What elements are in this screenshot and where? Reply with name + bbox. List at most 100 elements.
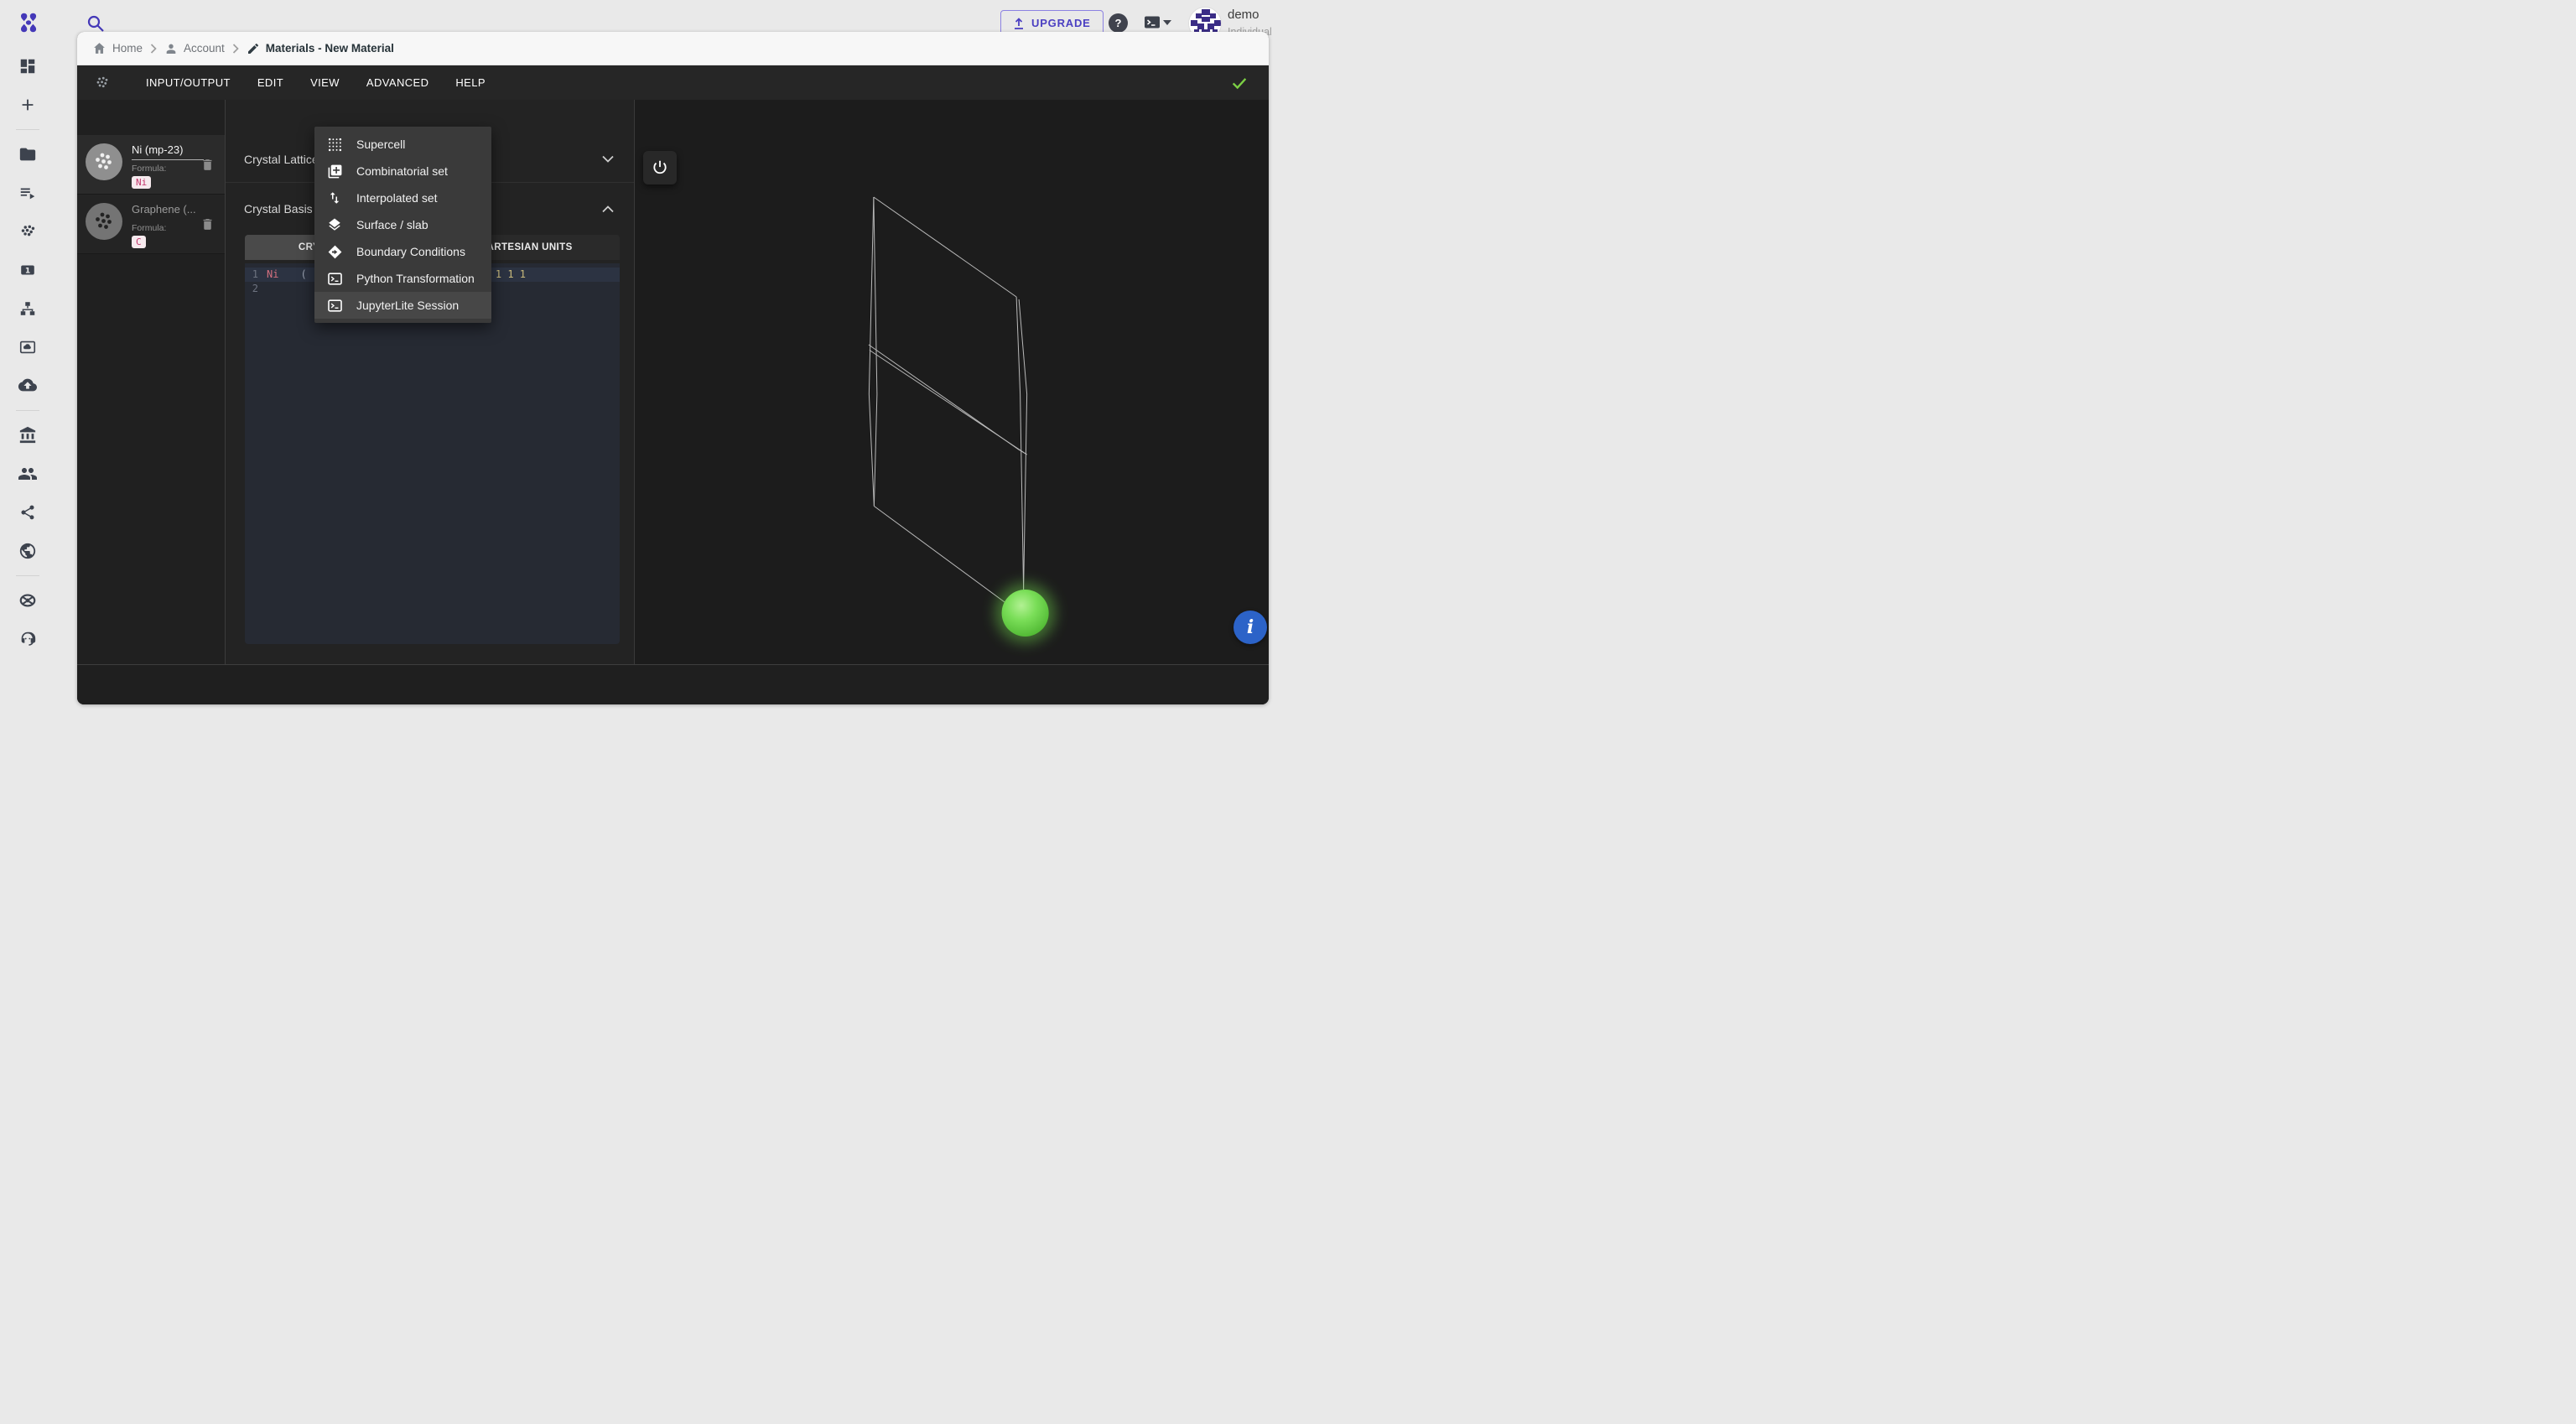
chevron-right-icon: [150, 43, 157, 54]
terminal-icon: [1145, 16, 1160, 29]
menu-advanced[interactable]: ADVANCED: [353, 65, 442, 100]
sidebar-divider: [16, 575, 39, 576]
constraints-token: 1 1 1: [495, 268, 526, 280]
main-card: Home Account Materials - New Material IN…: [77, 32, 1269, 704]
menu-item-jupyterlite-session[interactable]: JupyterLite Session: [314, 292, 491, 319]
delete-material-icon[interactable]: [200, 157, 215, 173]
material-item-ni[interactable]: Ni (mp-23) Formula: Ni: [77, 135, 225, 195]
breadcrumb: Home Account Materials - New Material: [77, 32, 1269, 65]
menu-item-label: Interpolated set: [356, 191, 438, 205]
line-number: 2: [252, 283, 258, 294]
section-title: Crystal Lattice: [244, 152, 319, 166]
formula-chip: Ni: [132, 176, 152, 189]
material-name-underline: [132, 159, 204, 160]
formula-label: Formula:: [132, 164, 167, 174]
chevron-right-icon: [232, 43, 239, 54]
menu-item-label: Python Transformation: [356, 272, 475, 285]
edit-pencil-icon: [247, 43, 258, 54]
save-check-icon[interactable]: [1230, 74, 1249, 92]
menu-item-surface-slab[interactable]: Surface / slab: [314, 211, 491, 238]
element-token: Ni: [267, 268, 279, 280]
chevron-down-icon[interactable]: [602, 155, 614, 163]
chevron-up-icon[interactable]: [602, 205, 614, 213]
chevron-down-icon: [1163, 19, 1171, 25]
unit-cell-wireframe: [868, 196, 1056, 643]
sidebar-icon-team[interactable]: [11, 457, 44, 491]
breadcrumb-current: Materials - New Material: [247, 42, 394, 55]
sidebar-divider: [16, 129, 39, 130]
material-name[interactable]: Graphene (...: [132, 203, 196, 216]
formula-label: Formula:: [132, 223, 167, 233]
app-screen: UPGRADE ? demo Individual: [0, 0, 1288, 712]
user-name: demo: [1228, 8, 1259, 22]
sidebar-icon-jobs[interactable]: [11, 176, 44, 210]
library-add-icon: [326, 163, 343, 179]
breadcrumb-home[interactable]: Home: [92, 41, 143, 55]
sidebar-icon-add[interactable]: [11, 88, 44, 122]
sidebar-icon-globe[interactable]: [11, 534, 44, 568]
supercell-grid-icon: [326, 136, 343, 153]
menu-view[interactable]: VIEW: [297, 65, 353, 100]
power-icon: [653, 160, 667, 174]
line-number: 1: [252, 268, 258, 280]
3d-viewer[interactable]: i: [635, 100, 1269, 664]
breadcrumb-account[interactable]: Account: [164, 42, 225, 55]
sidebar-icon-materials[interactable]: [11, 215, 44, 248]
home-icon: [94, 43, 105, 54]
terminal-icon: [326, 270, 343, 287]
delete-material-icon[interactable]: [200, 216, 215, 232]
formula-chip: C: [132, 236, 146, 248]
boundary-diamond-icon: [326, 243, 343, 260]
material-avatar-icon: [86, 203, 122, 240]
upgrade-label: UPGRADE: [1031, 17, 1091, 29]
menu-edit[interactable]: EDIT: [244, 65, 297, 100]
power-button[interactable]: [643, 151, 677, 184]
person-icon: [166, 44, 176, 54]
terminal-icon: [326, 297, 343, 314]
material-avatar-icon: [86, 143, 122, 180]
sidebar-icon-helm[interactable]: [11, 584, 44, 617]
section-title: Crystal Basis: [244, 202, 313, 216]
menu-input-output[interactable]: INPUT/OUTPUT: [132, 65, 244, 100]
material-name[interactable]: Ni (mp-23): [132, 143, 204, 156]
sidebar-icon-hierarchy[interactable]: [11, 292, 44, 325]
menu-item-label: Boundary Conditions: [356, 245, 465, 258]
menu-item-python-transformation[interactable]: Python Transformation: [314, 265, 491, 292]
search-icon[interactable]: [86, 13, 106, 34]
sidebar-icon-support[interactable]: [11, 622, 44, 656]
help-button[interactable]: ?: [1109, 13, 1128, 33]
sidebar-icon-share[interactable]: [11, 496, 44, 529]
sidebar-icon-bank[interactable]: [11, 418, 44, 452]
info-button[interactable]: i: [1233, 611, 1267, 644]
card-bottom-band: [77, 664, 1269, 704]
swap-vert-icon: [326, 190, 343, 206]
atom-sphere: [1001, 590, 1049, 637]
sidebar-divider: [16, 410, 39, 411]
materials-list-panel: Ni (mp-23) Formula: Ni Graphene (... For: [77, 100, 226, 664]
sidebar-icon-cloud-upload[interactable]: [11, 369, 44, 403]
menu-item-label: Surface / slab: [356, 218, 428, 231]
menu-item-label: Combinatorial set: [356, 164, 448, 178]
console-menu-button[interactable]: [1144, 15, 1171, 29]
upload-icon: [1015, 17, 1023, 29]
editor-menubar: INPUT/OUTPUT EDIT VIEW ADVANCED HELP: [77, 65, 1269, 100]
sidebar-rail: 1: [0, 47, 55, 658]
sidebar-icon-media[interactable]: [11, 330, 44, 364]
menu-item-label: JupyterLite Session: [356, 299, 460, 312]
content-row: Ni (mp-23) Formula: Ni Graphene (... For: [77, 100, 1269, 664]
sidebar-icon-badge-one[interactable]: 1: [11, 253, 44, 287]
menu-item-boundary-conditions[interactable]: Boundary Conditions: [314, 238, 491, 265]
material-dots-icon: [96, 76, 108, 87]
menu-item-supercell[interactable]: Supercell: [314, 131, 491, 158]
menu-item-interpolated-set[interactable]: Interpolated set: [314, 184, 491, 211]
sidebar-icon-dashboard[interactable]: [11, 49, 44, 83]
layers-icon: [326, 216, 343, 233]
svg-text:1: 1: [25, 266, 30, 275]
menu-help[interactable]: HELP: [442, 65, 499, 100]
menu-item-combinatorial-set[interactable]: Combinatorial set: [314, 158, 491, 184]
sidebar-icon-folder[interactable]: [11, 138, 44, 171]
material-item-graphene[interactable]: Graphene (... Formula: C: [77, 195, 225, 254]
menu-item-label: Supercell: [356, 138, 406, 151]
app-logo-icon[interactable]: [17, 11, 40, 34]
bracket-token: (: [300, 268, 307, 280]
